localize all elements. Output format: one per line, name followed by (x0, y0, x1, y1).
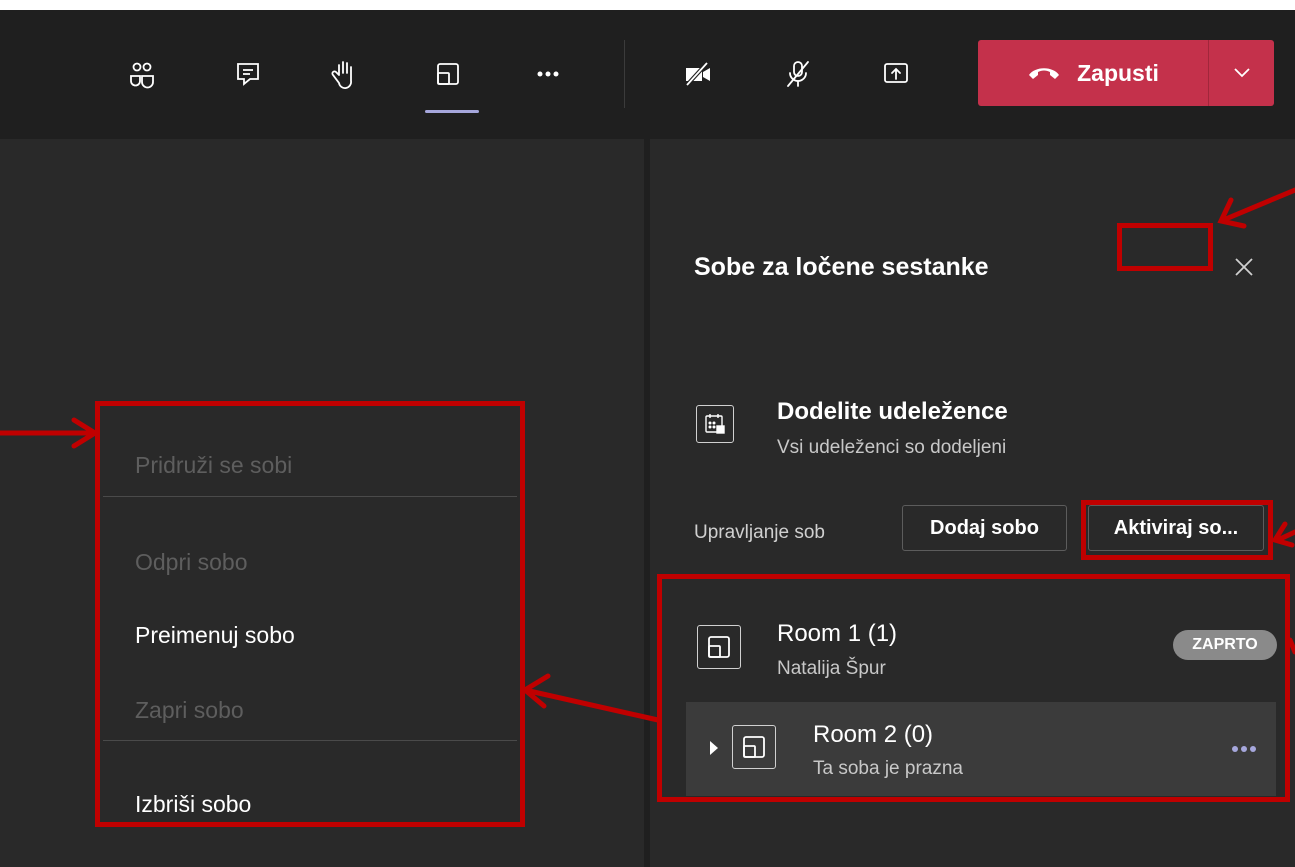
leave-options-button[interactable] (1209, 40, 1274, 106)
annotation-box-more-options (1117, 223, 1213, 271)
camera-off-icon (685, 61, 710, 87)
chevron-down-icon (1233, 68, 1250, 78)
camera-toggle-button[interactable] (676, 54, 720, 94)
close-button[interactable] (1222, 243, 1266, 291)
calendar-assign-icon (705, 414, 725, 434)
assign-subtitle: Vsi udeleženci so dodeljeni (777, 437, 1007, 458)
share-button[interactable] (874, 54, 918, 94)
annotation-box-menu (95, 401, 525, 827)
assign-participants-button[interactable] (696, 405, 734, 443)
assign-title[interactable]: Dodelite udeležence (777, 398, 1008, 426)
participants-button[interactable] (120, 54, 164, 94)
panel-title: Sobe za ločene sestanke (694, 253, 989, 281)
close-icon (1235, 258, 1253, 276)
breakout-rooms-button[interactable] (426, 54, 470, 94)
add-room-button[interactable]: Dodaj sobo (902, 505, 1067, 551)
raise-hand-icon (331, 61, 352, 89)
toolbar-divider (624, 40, 625, 108)
raise-hand-button[interactable] (322, 54, 366, 94)
active-tab-indicator (425, 110, 479, 113)
leave-label: Zapusti (1077, 59, 1159, 86)
hang-up-icon (1029, 68, 1060, 79)
manage-rooms-label: Upravljanje sob (694, 522, 825, 543)
meeting-toolbar: Zapusti (0, 10, 1295, 139)
more-actions-icon (537, 71, 559, 77)
leave-button-group: Zapusti (978, 40, 1274, 106)
mic-off-icon (787, 61, 809, 87)
leave-button[interactable]: Zapusti (978, 40, 1208, 106)
more-actions-button[interactable] (526, 54, 570, 94)
annotation-box-rooms (657, 574, 1290, 802)
chat-icon (237, 63, 259, 86)
mic-toggle-button[interactable] (776, 54, 820, 94)
annotation-box-activate (1081, 500, 1273, 560)
share-tray-icon (884, 63, 908, 83)
breakout-rooms-icon (437, 63, 459, 85)
participants-icon (130, 62, 154, 89)
chat-button[interactable] (226, 54, 270, 94)
